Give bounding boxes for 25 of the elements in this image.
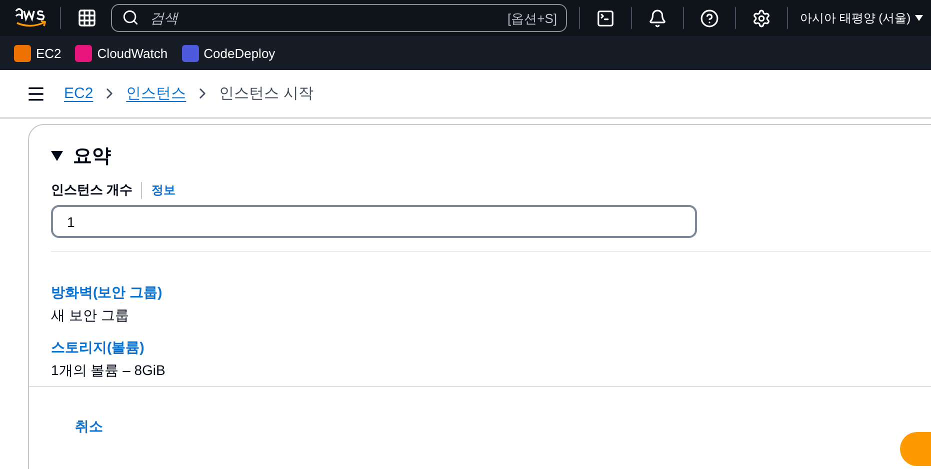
favorite-link[interactable]: CodeDeploy <box>182 44 276 62</box>
shortcut-hint: [옵션+S] <box>508 10 557 28</box>
search-icon <box>122 9 139 26</box>
cancel-button[interactable]: 취소 <box>75 418 103 436</box>
summary-item-value: 새 보안 그룹 <box>51 307 130 325</box>
help-icon[interactable] <box>700 8 719 28</box>
info-link[interactable]: 정보 <box>140 182 176 198</box>
summary-item-value: 1개의 볼륨 – 8GiB <box>51 362 166 380</box>
caret-down-icon <box>914 15 923 21</box>
aws-logo[interactable] <box>14 7 48 29</box>
terminal-icon[interactable] <box>596 8 615 28</box>
breadcrumb-link[interactable]: EC2 <box>64 85 94 102</box>
apps-grid-icon[interactable] <box>77 8 97 28</box>
current-page-label: 인스턴스 시작 <box>219 84 314 103</box>
summary-item-link[interactable]: 방화벽(보안 그룹) <box>51 284 931 302</box>
instance-count-field[interactable]: 1 <box>51 205 697 238</box>
favorite-link[interactable]: CloudWatch <box>75 44 168 62</box>
breadcrumb-link[interactable]: 인스턴스 <box>126 84 186 103</box>
notification-bell-icon[interactable] <box>648 8 667 28</box>
settings-icon[interactable] <box>752 8 771 28</box>
summary-heading[interactable]: 요약 <box>51 143 111 169</box>
region-selector[interactable]: 아시아 태평양 (서울) <box>800 10 923 26</box>
summary-item-link[interactable]: 스토리지(볼륨) <box>51 339 931 357</box>
field-label: 인스턴스 개수 <box>51 181 133 199</box>
favorite-link[interactable]: EC2 <box>14 44 62 62</box>
